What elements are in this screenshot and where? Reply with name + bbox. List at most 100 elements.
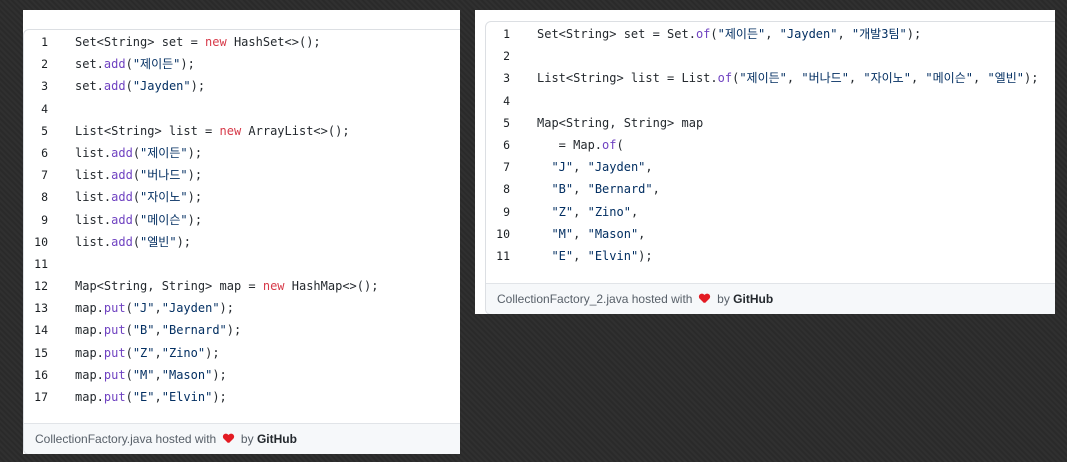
code-token: );	[212, 367, 227, 382]
code-token: );	[187, 190, 203, 205]
code-token: add	[111, 168, 133, 183]
code-token: (	[132, 145, 141, 160]
code-token: put	[103, 367, 126, 382]
right-screenshot-frame: 1 Set<String> set = Set.of("제이든", "Jayden…	[475, 10, 1055, 314]
code-token: list.	[75, 145, 112, 160]
code-token: "엘빈"	[140, 234, 177, 249]
code-token: "M"	[132, 367, 155, 382]
line-number[interactable]: 2	[486, 45, 510, 67]
code-token: (	[125, 390, 133, 404]
line-number[interactable]: 4	[24, 98, 48, 120]
line-number[interactable]: 6	[24, 142, 48, 164]
code-token: "Zino"	[161, 345, 206, 360]
line-number[interactable]: 10	[24, 231, 48, 253]
line-code: "J", "Jayden",	[537, 156, 653, 178]
line-number[interactable]: 5	[486, 112, 510, 134]
line-number[interactable]: 8	[486, 178, 510, 200]
line-number[interactable]: 1	[486, 23, 510, 45]
code-token: add	[111, 145, 133, 160]
line-number[interactable]: 7	[24, 164, 48, 186]
code-token: ,	[154, 301, 162, 316]
code-line: 9 list.add("메이슨");	[24, 209, 460, 231]
code-token: list.	[75, 234, 112, 249]
line-number[interactable]: 5	[24, 120, 48, 142]
code-token: "B"	[551, 182, 574, 197]
code-token: ,	[630, 204, 639, 219]
gist-filename-link[interactable]: CollectionFactory.java	[35, 432, 152, 446]
code-token: ,	[837, 27, 852, 41]
code-line: 14 map.put("B","Bernard");	[24, 319, 460, 341]
code-token: "E"	[551, 248, 574, 263]
code-line: 1 Set<String> set = Set.of("제이든", "Jayden…	[486, 23, 1055, 45]
line-code: list.add("버나드");	[75, 164, 202, 186]
line-number[interactable]: 8	[24, 186, 48, 208]
line-number[interactable]: 2	[24, 53, 48, 75]
code-token: );	[226, 323, 242, 338]
code-token: );	[906, 27, 922, 41]
code-token: add	[103, 79, 126, 94]
code-token: Set<String> set = Set.	[537, 27, 696, 41]
line-number[interactable]: 9	[486, 201, 510, 223]
code-token: "Jayden"	[161, 301, 220, 316]
line-number[interactable]: 4	[486, 90, 510, 112]
code-token: "메이슨"	[140, 212, 188, 227]
line-code: "Z", "Zino",	[537, 201, 638, 223]
code-token: ,	[573, 182, 588, 197]
code-token: "메이슨"	[925, 71, 973, 86]
github-link[interactable]: GitHub	[733, 292, 773, 306]
code-token: );	[180, 57, 195, 72]
line-code: map.put("J","Jayden");	[75, 297, 234, 319]
code-token: "제이든"	[140, 145, 188, 160]
code-token: "개발3팀"	[851, 27, 907, 41]
line-number[interactable]: 13	[24, 297, 48, 319]
code-token: of	[717, 71, 733, 86]
code-token: (	[616, 137, 624, 152]
code-token: ,	[154, 323, 162, 338]
line-number[interactable]: 10	[486, 223, 510, 245]
line-number[interactable]: 15	[24, 342, 48, 364]
code-token: );	[187, 145, 203, 160]
code-line: 2	[486, 45, 1055, 67]
code-token: List<String> list =	[75, 123, 220, 138]
heart-icon	[699, 294, 710, 304]
code-token: "Elvin"	[587, 248, 639, 263]
code-token: "자이노"	[140, 190, 188, 205]
code-token: "Jayden"	[587, 160, 646, 175]
code-token: add	[111, 212, 133, 227]
line-number[interactable]: 17	[24, 386, 48, 408]
code-token: "Mason"	[161, 367, 213, 382]
code-line: 6 = Map.of(	[486, 134, 1055, 156]
code-token: put	[103, 323, 126, 338]
code-token: ,	[848, 71, 864, 86]
code-token: "Z"	[132, 345, 155, 360]
line-number[interactable]: 16	[24, 364, 48, 386]
line-number[interactable]: 11	[24, 253, 48, 275]
line-number[interactable]: 3	[486, 67, 510, 89]
code-token: map.	[75, 323, 104, 338]
line-number[interactable]: 11	[486, 245, 510, 267]
code-line: 15 map.put("Z","Zino");	[24, 342, 460, 364]
line-code: Set<String> set = Set.of("제이든", "Jayden"…	[537, 23, 921, 45]
code-token: (	[132, 168, 141, 183]
line-number[interactable]: 9	[24, 209, 48, 231]
code-token: "제이든"	[132, 57, 181, 72]
line-number[interactable]: 12	[24, 275, 48, 297]
line-code: map.put("E","Elvin");	[75, 386, 227, 408]
line-number[interactable]: 14	[24, 319, 48, 341]
line-code: Set<String> set = new HashSet<>();	[75, 31, 321, 53]
code-token: "Bernard"	[587, 182, 653, 197]
code-token: (	[132, 234, 141, 249]
github-link[interactable]: GitHub	[257, 432, 297, 446]
code-token: );	[187, 168, 203, 183]
line-number[interactable]: 1	[24, 31, 48, 53]
line-number[interactable]: 3	[24, 75, 48, 97]
line-number[interactable]: 7	[486, 156, 510, 178]
code-token: ,	[645, 160, 653, 175]
code-token: list.	[75, 168, 112, 183]
code-token: "버나드"	[140, 168, 188, 183]
gist-embed-right: 1 Set<String> set = Set.of("제이든", "Jayden…	[485, 21, 1055, 314]
gist-filename-link[interactable]: CollectionFactory_2.java	[497, 292, 628, 306]
code-line: 1 Set<String> set = new HashSet<>();	[24, 31, 460, 53]
line-number[interactable]: 6	[486, 134, 510, 156]
code-token: );	[190, 79, 206, 94]
